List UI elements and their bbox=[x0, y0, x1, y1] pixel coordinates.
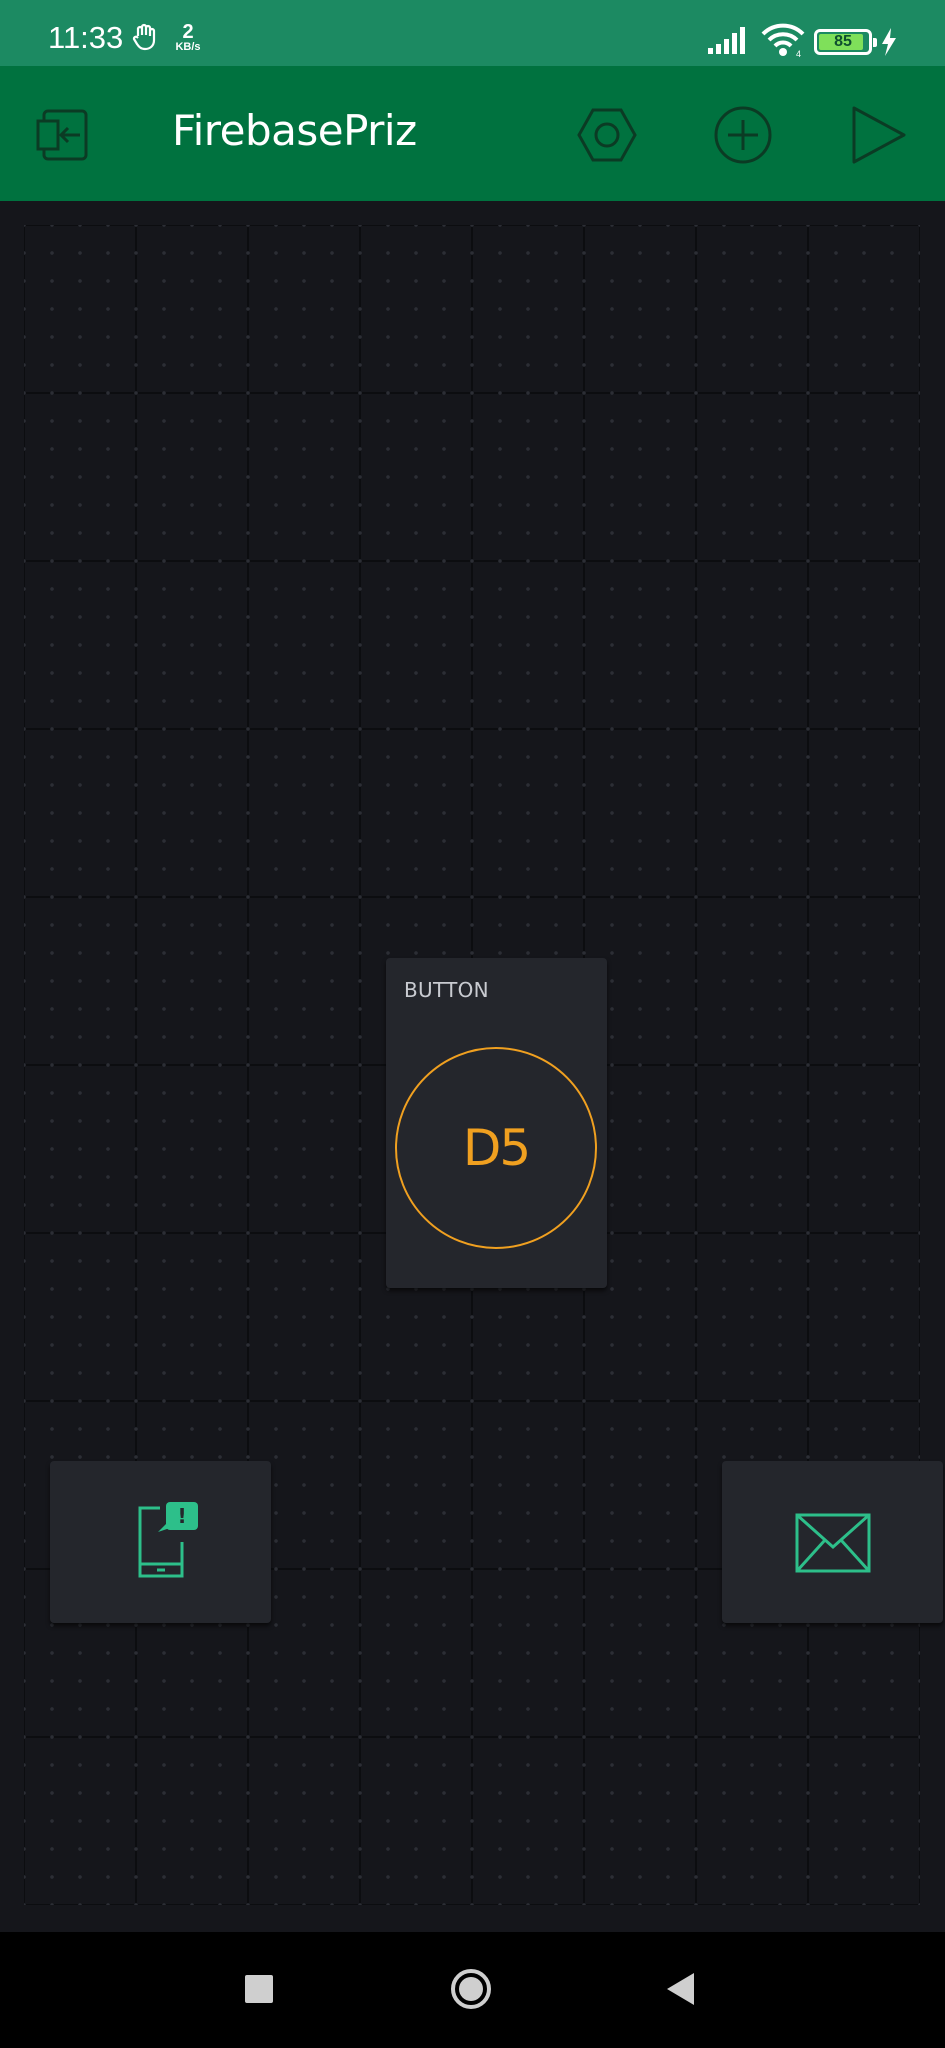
notification-widget[interactable]: ! bbox=[50, 1461, 271, 1623]
button-widget-label: BUTTON bbox=[404, 978, 489, 1002]
svg-text:!: ! bbox=[177, 1504, 186, 1528]
play-button[interactable] bbox=[848, 104, 908, 166]
settings-hexagon-icon bbox=[577, 108, 637, 162]
recents-square-icon[interactable] bbox=[245, 1975, 273, 2003]
wifi-icon: 4 bbox=[760, 22, 806, 62]
exit-icon bbox=[36, 109, 88, 161]
envelope-icon bbox=[795, 1513, 871, 1577]
status-bar: 11:33 2 KB/s 4 85 bbox=[0, 0, 945, 66]
app-bar: FirebasePriz bbox=[0, 66, 945, 201]
system-nav-bar bbox=[0, 1932, 945, 2048]
dashboard-canvas[interactable]: BUTTON D5 ! bbox=[24, 225, 943, 1905]
svg-text:4: 4 bbox=[796, 49, 801, 58]
push-button[interactable]: D5 bbox=[395, 1047, 597, 1249]
settings-button[interactable] bbox=[575, 103, 639, 167]
home-circle-icon[interactable] bbox=[450, 1968, 492, 2010]
pin-label: D5 bbox=[462, 1119, 531, 1177]
email-widget[interactable] bbox=[722, 1461, 943, 1623]
battery-icon: 85 bbox=[814, 29, 877, 55]
signal-icon bbox=[708, 26, 752, 58]
page-title: FirebasePriz bbox=[172, 106, 417, 155]
add-widget-button[interactable] bbox=[712, 104, 774, 166]
play-icon bbox=[852, 106, 906, 164]
exit-button[interactable] bbox=[36, 105, 96, 165]
button-widget[interactable]: BUTTON D5 bbox=[386, 958, 607, 1288]
network-speed: 2 KB/s bbox=[170, 22, 206, 53]
hand-icon bbox=[130, 22, 160, 56]
phone-notification-icon: ! bbox=[134, 1502, 200, 1586]
battery-level: 85 bbox=[834, 33, 852, 50]
add-circle-icon bbox=[714, 106, 772, 164]
back-triangle-icon[interactable] bbox=[666, 1972, 696, 2006]
status-time: 11:33 bbox=[48, 20, 124, 55]
network-speed-value: 2 bbox=[182, 21, 194, 43]
charging-bolt-icon bbox=[880, 28, 898, 60]
network-speed-unit: KB/s bbox=[175, 41, 201, 53]
